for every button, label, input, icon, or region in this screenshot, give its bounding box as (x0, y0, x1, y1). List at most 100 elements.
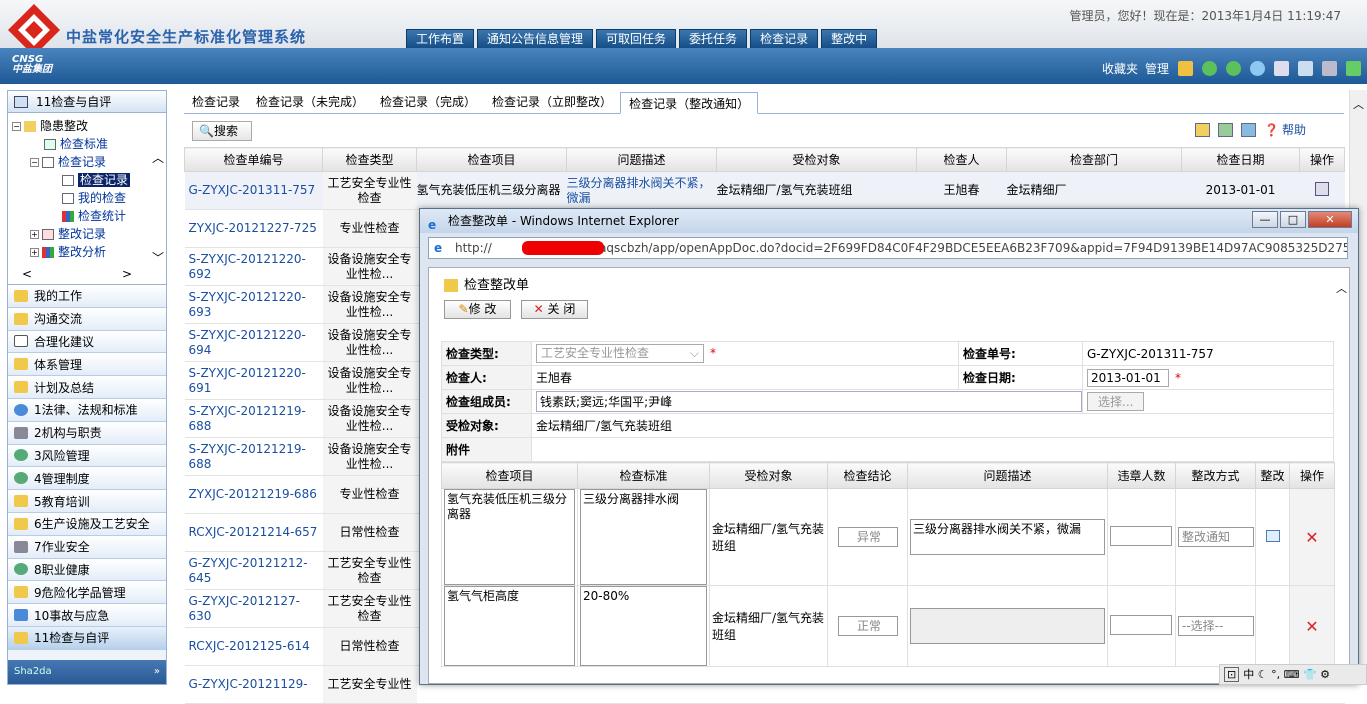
tab-unfinished[interactable]: 检查记录（未完成） (248, 91, 372, 113)
export-icon[interactable] (1218, 122, 1233, 137)
tree-node-hazard[interactable]: − 隐患整改 (12, 117, 88, 134)
menu-item-chemicals[interactable]: 9危险化学品管理 (8, 581, 166, 605)
cell-id[interactable]: G-ZYXJC-201311-757 (184, 171, 323, 210)
col-item[interactable]: 检查项目 (416, 147, 567, 172)
item-textarea[interactable]: 氢气气柜高度 (444, 586, 575, 666)
cell-id[interactable]: S-ZYXJC-20121220-694 (184, 323, 323, 362)
cell-id[interactable]: ZYXJC-20121227-725 (184, 209, 323, 248)
col-date[interactable]: 检查日期 (1181, 147, 1300, 172)
col-target[interactable]: 受检对象 (716, 147, 917, 172)
date-field[interactable]: 2013-01-01 (1087, 368, 1169, 387)
conclusion-select[interactable]: 异常 (837, 527, 898, 547)
home-icon[interactable] (1178, 61, 1193, 76)
tab-all-records[interactable]: 检查记录 (184, 91, 248, 113)
manage-link[interactable]: 管理 (1145, 60, 1169, 77)
tree-scroll-right[interactable]: > (122, 267, 132, 281)
violator-count-input[interactable] (1110, 614, 1172, 635)
tree-scroll-up[interactable]: ︿ (152, 149, 164, 166)
user-icon[interactable] (1298, 61, 1313, 76)
desc-textarea[interactable] (910, 608, 1105, 644)
address-bar[interactable]: e http://90/aqscbzh/app/openAppDoc.do?do… (428, 237, 1348, 259)
menu-item-law[interactable]: 1法律、法规和标准 (8, 398, 166, 422)
type-select[interactable]: 工艺安全专业性检查 ⌵ (536, 344, 704, 363)
menu-item-facilities[interactable]: 6生产设施及工艺安全 (8, 512, 166, 536)
ime-icon[interactable]: ⊡ (1224, 667, 1240, 682)
tree-scroll-down[interactable]: ﹀ (152, 249, 164, 266)
cell-id[interactable]: ZYXJC-20121219-686 (184, 475, 323, 514)
topnav-tab-inspection[interactable]: 检查记录 (750, 29, 819, 48)
tree-node-my-inspection[interactable]: 我的检查 (62, 189, 126, 206)
members-field[interactable]: 钱素跃;窦远;华国平;尹峰 (536, 391, 1082, 412)
topnav-tab-delegate[interactable]: 委托任务 (679, 29, 748, 48)
tree-node-rectify-records[interactable]: + 整改记录 (30, 225, 106, 242)
view-detail-icon[interactable] (1315, 181, 1329, 196)
menu-item-system[interactable]: 体系管理 (8, 353, 166, 377)
col-desc[interactable]: 问题描述 (566, 147, 717, 172)
cell-id[interactable]: RCXJC-20121214-657 (184, 513, 323, 552)
menu-item-inspection[interactable]: 11检查与自评 (8, 626, 166, 650)
favorites-link[interactable]: 收藏夹 (1102, 60, 1138, 77)
tree-node-records-current[interactable]: 检查记录 (62, 171, 131, 188)
maximize-button[interactable]: □ (1280, 211, 1306, 228)
violator-count-input[interactable] (1110, 525, 1172, 546)
topnav-tab-rectifying[interactable]: 整改中 (821, 29, 878, 48)
help-link[interactable]: 帮助 (1282, 121, 1306, 138)
ime-mode[interactable]: 中 (1243, 668, 1254, 681)
cell-id[interactable]: S-ZYXJC-20121219-688 (184, 399, 323, 438)
menu-item-risk[interactable]: 3风险管理 (8, 444, 166, 468)
cell-id[interactable]: G-ZYXJC-2012127-630 (184, 589, 323, 628)
tools-icon[interactable] (1322, 61, 1337, 76)
popup-scroll-up[interactable]: ︿ (1336, 280, 1347, 296)
cell-id[interactable]: S-ZYXJC-20121220-692 (184, 247, 323, 286)
search-button[interactable]: 🔍搜索 (192, 121, 252, 141)
window-close-button[interactable]: ✕ (1308, 211, 1352, 228)
new-folder-icon[interactable] (1195, 122, 1210, 137)
menu-item-emergency[interactable]: 10事故与应急 (8, 604, 166, 627)
tab-notice[interactable]: 检查记录（整改通知） (620, 92, 759, 114)
method-select[interactable]: 整改通知 (1178, 527, 1254, 547)
item-textarea[interactable]: 氢气充装低压机三级分离器 (444, 489, 575, 585)
tree-node-rectify-analysis[interactable]: + 整改分析 (30, 243, 106, 260)
menu-item-training[interactable]: 5教育培训 (8, 490, 166, 513)
modify-button[interactable]: ✎修 改 (444, 300, 511, 319)
minimize-button[interactable]: — (1252, 211, 1278, 228)
col-number[interactable]: 检查单编号 (184, 147, 323, 172)
cell-id[interactable]: S-ZYXJC-20121220-693 (184, 285, 323, 324)
menu-item-my-work[interactable]: 我的工作 (8, 285, 166, 308)
menu-item-communication[interactable]: 沟通交流 (8, 307, 166, 331)
menu-item-plan[interactable]: 计划及总结 (8, 376, 166, 399)
delete-icon[interactable]: ✕ (1305, 528, 1318, 547)
edit-icon[interactable] (1274, 61, 1289, 76)
menu-item-operation[interactable]: 7作业安全 (8, 535, 166, 559)
expand-icon[interactable]: » (154, 660, 160, 684)
menu-item-health[interactable]: 8职业健康 (8, 558, 166, 582)
tree-node-statistics[interactable]: 检查统计 (62, 207, 126, 224)
cell-id[interactable]: RCXJC-2012125-614 (184, 627, 323, 666)
conclusion-select[interactable]: 正常 (837, 616, 898, 636)
table-row[interactable]: G-ZYXJC-201311-757 工艺安全专业性检查 氢气充装低压机三级分离器三… (184, 171, 1345, 210)
tree-scroll-left[interactable]: < (22, 267, 32, 281)
popup-titlebar[interactable]: e 检查整改单 - Windows Internet Explorer — □ … (420, 209, 1358, 233)
image-icon[interactable] (1241, 122, 1256, 137)
col-type[interactable]: 检查类型 (322, 147, 417, 172)
help-icon[interactable]: ❓ (1264, 123, 1279, 137)
tree-node-records[interactable]: − 检查记录 (30, 153, 106, 170)
rectify-form-icon[interactable] (1265, 529, 1280, 542)
tab-finished[interactable]: 检查记录（完成） (372, 91, 484, 113)
topnav-tab-notice[interactable]: 通知公告信息管理 (477, 29, 594, 48)
menu-item-suggestion[interactable]: 合理化建议 (8, 330, 166, 354)
col-person[interactable]: 检查人 (916, 147, 1007, 172)
tab-immediate[interactable]: 检查记录（立即整改） (484, 91, 620, 113)
menu-item-org[interactable]: 2机构与职责 (8, 421, 166, 445)
close-form-button[interactable]: ✕ 关 闭 (521, 300, 588, 319)
back-icon[interactable] (1202, 61, 1217, 76)
method-select[interactable]: --选择-- (1178, 616, 1254, 636)
choose-button[interactable]: 选择... (1087, 392, 1145, 411)
standard-textarea[interactable]: 20-80% (580, 586, 707, 666)
refresh-icon[interactable] (1250, 61, 1265, 76)
topnav-tab-work[interactable]: 工作布置 (406, 29, 475, 48)
delete-icon[interactable]: ✕ (1305, 617, 1318, 636)
standard-textarea[interactable]: 三级分离器排水阀 (580, 489, 707, 585)
logout-icon[interactable] (1346, 61, 1361, 76)
cell-id[interactable]: G-ZYXJC-20121212-645 (184, 551, 323, 590)
